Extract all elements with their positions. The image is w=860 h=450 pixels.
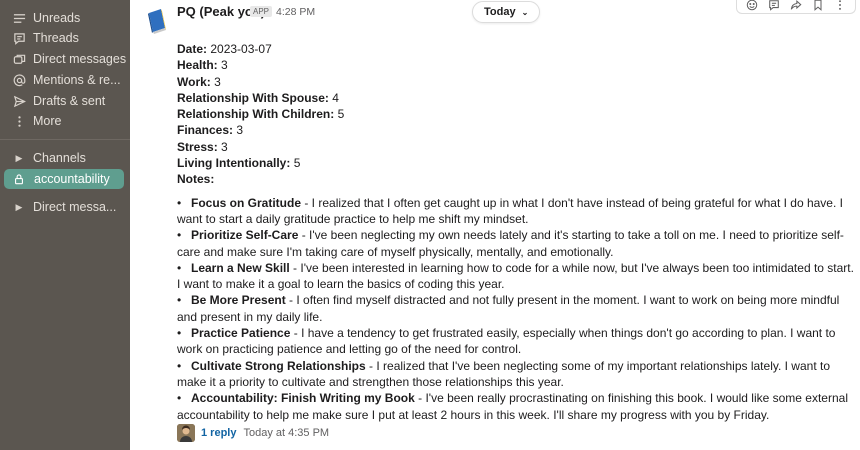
reply-count-link[interactable]: 1 reply bbox=[201, 427, 236, 439]
sidebar-item-label: More bbox=[33, 114, 62, 128]
sidebar-item-label: Threads bbox=[33, 31, 79, 45]
reply-time: Today at 4:35 PM bbox=[243, 427, 330, 439]
field-relationship-spouse: Relationship With Spouse: 4 bbox=[177, 90, 855, 106]
share-icon[interactable] bbox=[789, 0, 803, 12]
caret-right-icon: ▶ bbox=[15, 201, 23, 212]
field-value: 2023-03-07 bbox=[210, 42, 272, 56]
field-value: 3 bbox=[221, 58, 228, 73]
field-stress: Stress: 3 bbox=[177, 139, 855, 155]
list-item: • Accountability: Finish Writing my Book … bbox=[177, 391, 848, 422]
list-item: • Focus on Gratitude - I realized that I … bbox=[177, 195, 843, 226]
list-item: • Prioritize Self-Care - I've been neglec… bbox=[177, 228, 844, 259]
date-divider-button[interactable]: Today ⌄ bbox=[472, 1, 541, 23]
message-pane: PQ (Peak you) APP 4:28 PM Today ⌄ Date: … bbox=[130, 0, 860, 450]
caret-right-icon: ▶ bbox=[15, 152, 23, 163]
date-divider-label: Today bbox=[484, 6, 516, 18]
field-health: Health: 3 bbox=[177, 57, 855, 73]
sidebar-divider bbox=[0, 139, 130, 140]
sidebar-item-direct-messages[interactable]: Direct messages bbox=[0, 49, 130, 69]
app-avatar[interactable] bbox=[146, 6, 172, 34]
message-timestamp[interactable]: 4:28 PM bbox=[276, 6, 315, 18]
field-value: 4 bbox=[332, 90, 339, 105]
channels-section-label: Channels bbox=[33, 151, 86, 165]
sidebar-item-mentions[interactable]: Mentions & re... bbox=[0, 70, 130, 90]
channel-label: accountability bbox=[34, 172, 110, 186]
direct-messages-section-toggle[interactable]: ▶ Direct messa... bbox=[0, 197, 130, 217]
more-actions-icon[interactable] bbox=[833, 0, 847, 12]
field-living-intentionally: Living Intentionally: 5 bbox=[177, 155, 855, 171]
note-title: Accountability: Finish Writing my Book bbox=[191, 391, 415, 406]
field-label: Stress: bbox=[177, 139, 218, 154]
field-label: Work: bbox=[177, 74, 211, 89]
list-item: • Be More Present - I often find myself d… bbox=[177, 293, 840, 324]
field-label: Health: bbox=[177, 58, 218, 73]
field-notes: Notes: bbox=[177, 171, 855, 187]
field-label: Finances: bbox=[177, 123, 234, 138]
field-value: 3 bbox=[236, 123, 244, 138]
sidebar-item-threads[interactable]: Threads bbox=[0, 28, 130, 48]
avatar[interactable] bbox=[177, 424, 195, 442]
note-title: Be More Present bbox=[191, 293, 286, 308]
field-work: Work: 3 bbox=[177, 74, 855, 90]
at-icon bbox=[12, 73, 26, 87]
field-finances: Finances: 3 bbox=[177, 122, 855, 138]
note-title: Cultivate Strong Relationships bbox=[191, 358, 366, 373]
sidebar-item-label: Unreads bbox=[33, 11, 81, 25]
field-label: Relationship With Spouse: bbox=[177, 90, 329, 105]
app-window: Unreads Threads Direct messages Mentions… bbox=[0, 0, 860, 450]
list-item: • Cultivate Strong Relationships - I real… bbox=[177, 358, 830, 389]
field-date: Date: 2023-03-07 bbox=[177, 41, 855, 57]
sidebar-item-label: Mentions & re... bbox=[33, 73, 121, 87]
app-badge: APP bbox=[250, 6, 273, 17]
field-value: 5 bbox=[337, 107, 345, 122]
sidebar-item-label: Direct messages bbox=[33, 52, 127, 66]
sidebar-item-label: Drafts & sent bbox=[33, 94, 106, 108]
field-value: 3 bbox=[221, 139, 228, 154]
sidebar-item-drafts-sent[interactable]: Drafts & sent bbox=[0, 91, 130, 111]
field-label: Relationship With Children: bbox=[177, 107, 335, 122]
chevron-down-icon: ⌄ bbox=[521, 7, 529, 17]
note-title: Prioritize Self-Care bbox=[191, 228, 299, 243]
field-label: Notes: bbox=[177, 172, 215, 187]
sidebar-item-more[interactable]: More bbox=[0, 111, 130, 131]
direct-messages-section-label: Direct messa... bbox=[33, 200, 117, 214]
field-value: 5 bbox=[293, 156, 301, 171]
sidebar: Unreads Threads Direct messages Mentions… bbox=[0, 0, 130, 450]
message-body: Date: 2023-03-07 Health: 3 Work: 3 Relat… bbox=[177, 41, 855, 423]
sidebar-item-unreads[interactable]: Unreads bbox=[0, 8, 130, 28]
lock-icon bbox=[12, 172, 26, 186]
list-item: • Practice Patience - I have a tendency t… bbox=[177, 326, 836, 357]
note-title: Practice Patience bbox=[191, 326, 291, 341]
more-vertical-icon bbox=[12, 114, 26, 128]
note-title: Learn a New Skill bbox=[191, 260, 290, 275]
field-relationship-children: Relationship With Children: 5 bbox=[177, 106, 855, 122]
field-value: 3 bbox=[214, 74, 221, 89]
notes-list: • Focus on Gratitude - I realized that I … bbox=[177, 195, 855, 423]
add-reaction-icon[interactable] bbox=[745, 0, 759, 12]
dm-icon bbox=[12, 52, 26, 66]
message-actions-toolbar bbox=[736, 0, 856, 14]
send-icon bbox=[12, 94, 26, 108]
list-item: • Learn a New Skill - I've been intereste… bbox=[177, 260, 854, 292]
sidebar-item-accountability[interactable]: accountability bbox=[4, 169, 124, 189]
field-label: Date: bbox=[177, 42, 208, 56]
channels-section-toggle[interactable]: ▶ Channels bbox=[0, 148, 130, 168]
field-label: Living Intentionally: bbox=[177, 156, 291, 171]
note-title: Focus on Gratitude bbox=[191, 195, 302, 210]
threads-icon bbox=[12, 31, 26, 45]
thread-replies-bar[interactable]: 1 reply Today at 4:35 PM bbox=[177, 424, 329, 442]
bookmark-icon[interactable] bbox=[811, 0, 825, 12]
list-icon bbox=[12, 11, 26, 25]
reply-in-thread-icon[interactable] bbox=[767, 0, 781, 12]
